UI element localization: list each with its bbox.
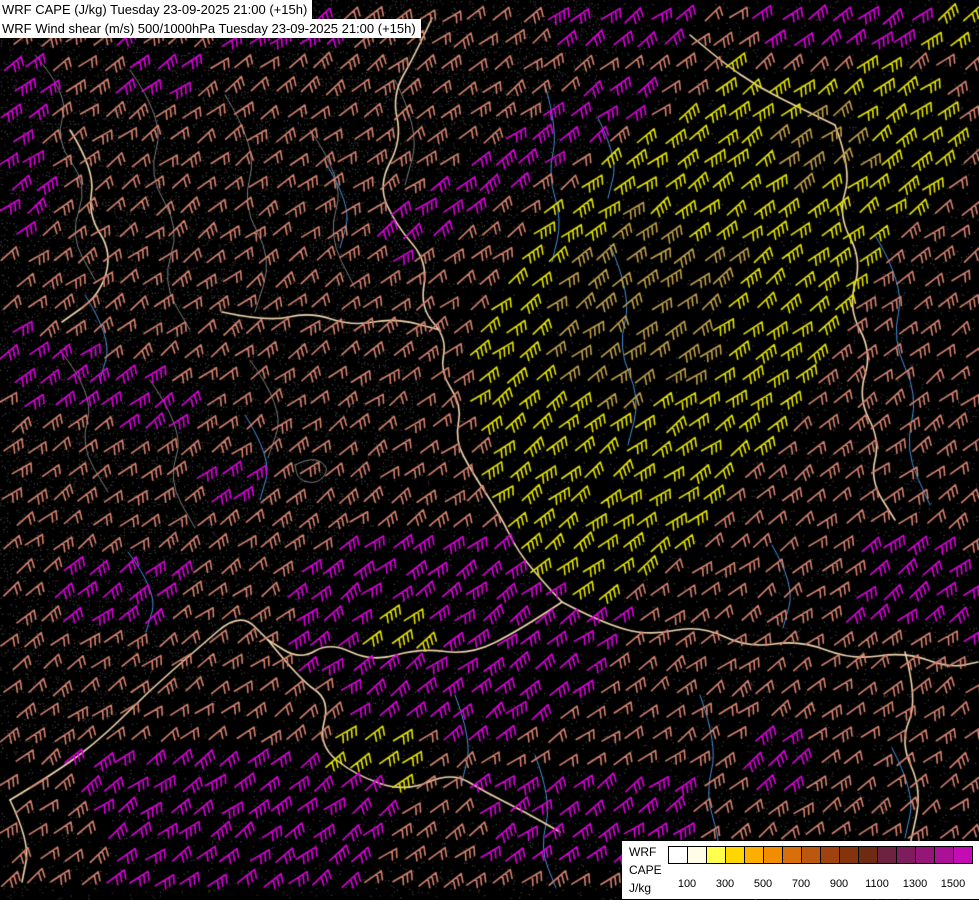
cape-title: WRF CAPE (J/kg) Tuesday 23-09-2025 21:00… (0, 0, 312, 19)
legend-swatch (687, 846, 707, 864)
legend-swatch (820, 846, 840, 864)
map-canvas (0, 0, 979, 900)
legend-label-unit: J/kg (629, 879, 662, 897)
legend-label-model: WRF (629, 843, 662, 861)
legend-swatch (763, 846, 783, 864)
legend-swatch (706, 846, 726, 864)
legend-swatch (953, 846, 973, 864)
legend-swatch (801, 846, 821, 864)
legend-swatch (858, 846, 878, 864)
legend-swatch (782, 846, 802, 864)
legend-tick-label: 1100 (865, 878, 889, 890)
legend-tick-label: 300 (716, 878, 734, 890)
legend-label: WRF CAPE J/kg (629, 843, 662, 897)
legend-label-parameter: CAPE (629, 861, 662, 879)
legend-swatch (934, 846, 954, 864)
cape-legend: WRF CAPE J/kg 100 300 500 700 900 1100 1300 150… (622, 841, 979, 899)
legend-swatch (896, 846, 916, 864)
legend-swatch (668, 846, 688, 864)
legend-tick-label: 1300 (903, 878, 927, 890)
legend-tick-label: 100 (678, 878, 696, 890)
legend-tick-label: 700 (792, 878, 810, 890)
legend-swatches (668, 846, 972, 864)
wrf-weather-map: WRF CAPE (J/kg) Tuesday 23-09-2025 21:00… (0, 0, 979, 900)
legend-tick-label: 900 (830, 878, 848, 890)
legend-tick-label: 500 (754, 878, 772, 890)
legend-swatch (915, 846, 935, 864)
legend-swatch (839, 846, 859, 864)
windshear-title: WRF Wind shear (m/s) 500/1000hPa Tuesday… (0, 19, 421, 38)
legend-swatch (877, 846, 897, 864)
map-titles: WRF CAPE (J/kg) Tuesday 23-09-2025 21:00… (0, 0, 421, 38)
legend-tick-label: 1500 (941, 878, 965, 890)
legend-swatch (725, 846, 745, 864)
legend-swatch (744, 846, 764, 864)
